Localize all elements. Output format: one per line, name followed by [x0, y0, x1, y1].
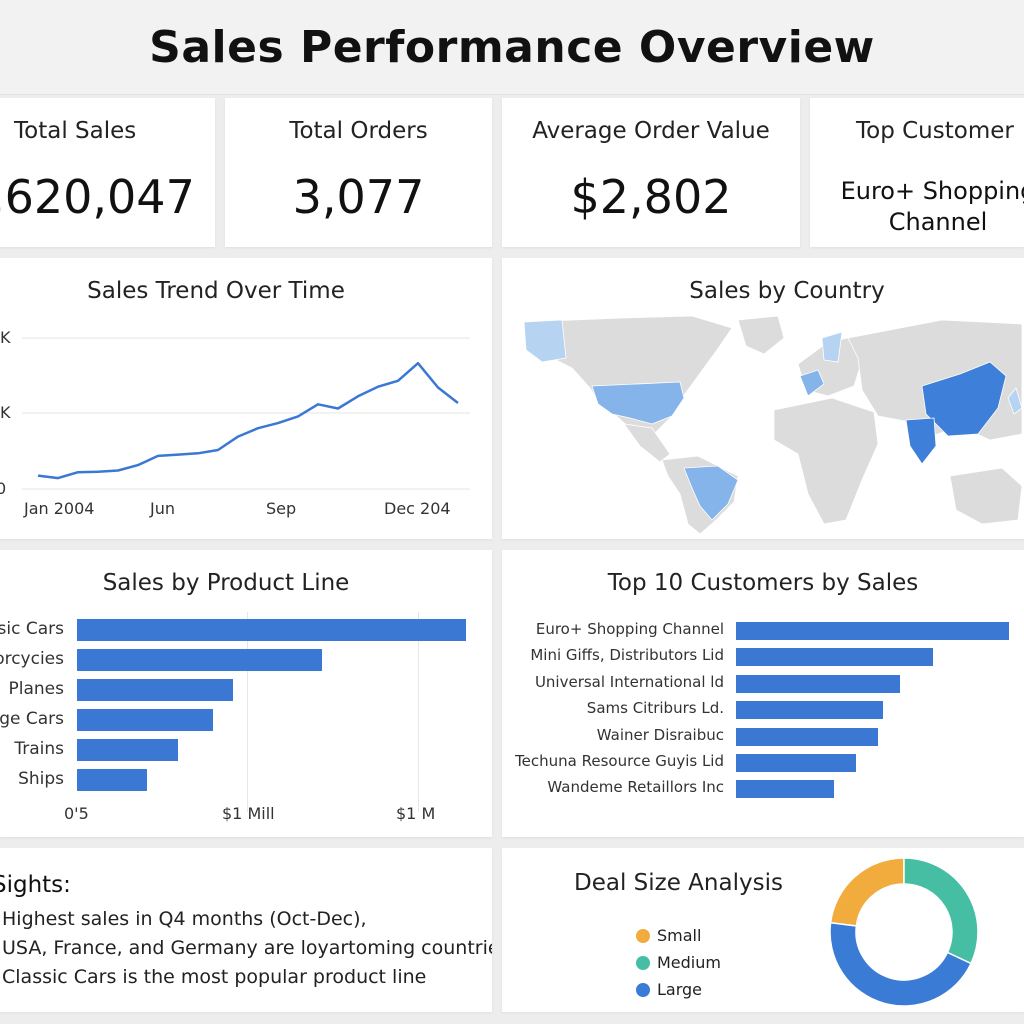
top-customers-card: Top 10 Customers by Sales Euro+ Shopping… [502, 550, 1024, 837]
kpi-label: Total Orders [289, 118, 428, 144]
kpi-value: $2,802 [570, 170, 732, 224]
product-label: Ships [18, 769, 64, 789]
kpi-card-total-sales: Total Sales ,620,047 [0, 98, 215, 247]
legend-dot [636, 929, 650, 943]
customer-bar[interactable] [736, 674, 900, 693]
insight-item: USA, France, and Germany are loyartoming… [2, 937, 492, 959]
card-title: Top 10 Customers by Sales [607, 570, 919, 596]
donut-slice-medium[interactable] [903, 857, 979, 965]
product-bar[interactable] [77, 709, 214, 731]
product-bar[interactable] [77, 619, 466, 641]
legend-label: Medium [657, 953, 721, 972]
product-bar[interactable] [77, 679, 233, 701]
map-australia [949, 467, 1023, 525]
sales-trend-chart [22, 337, 470, 490]
customer-label: Wandeme Retaillors Inc [547, 778, 724, 797]
sales-by-product-line-card: Sales by Product Line esic Cars orcycies P… [0, 550, 492, 837]
x-tick-label: Sep [266, 499, 297, 518]
donut-slice-large[interactable] [829, 921, 972, 1007]
customer-bar[interactable] [736, 727, 878, 746]
product-label: uge Cars [0, 709, 64, 729]
product-label: orcycies [0, 649, 64, 669]
kpi-label: Average Order Value [532, 118, 770, 144]
insight-item: Highest sales in Q4 months (Oct-Dec), [2, 908, 367, 930]
deal-size-card: Deal Size Analysis Small Medium Large [502, 848, 1024, 1012]
map-scandinavia [821, 331, 843, 363]
customer-bar[interactable] [736, 754, 857, 772]
legend-item-large: Large [636, 980, 702, 999]
map-india [905, 417, 937, 465]
x-tick-label: 0'5 [64, 804, 89, 823]
kpi-label: Top Customer [856, 118, 1014, 144]
x-tick-label: $1 M [396, 804, 436, 823]
kpi-card-average-order-value: Average Order Value $2,802 [502, 98, 800, 247]
product-bar[interactable] [77, 739, 179, 761]
customer-label: Wainer Disraibuc [596, 725, 724, 744]
y-tick-label: 0 [0, 479, 7, 498]
x-tick-label: Dec 204 [384, 499, 451, 518]
kpi-value: ,620,047 [0, 170, 195, 224]
insights-card: Sights: Highest sales in Q4 months (Oct-… [0, 848, 492, 1012]
sales-trend-line [37, 361, 459, 480]
card-title: Sales by Product Line [102, 570, 350, 596]
kpi-value: 3,077 [292, 170, 425, 224]
x-tick-label: Jan 2004 [24, 499, 95, 518]
product-label: Trains [14, 739, 64, 759]
customer-label: Euro+ Shopping Channel [535, 620, 724, 638]
customer-bar[interactable] [736, 622, 1009, 640]
sales-by-country-card: Sales by Country [502, 258, 1024, 539]
map-greenland [737, 315, 785, 355]
donut-slice-small[interactable] [829, 857, 905, 927]
x-tick-label: $1 Mill [222, 804, 275, 823]
map-alaska [523, 319, 567, 363]
y-tick-label: K [0, 403, 11, 422]
kpi-card-total-orders: Total Orders 3,077 [225, 98, 492, 247]
customer-bar[interactable] [736, 701, 884, 720]
card-title: Deal Size Analysis [574, 870, 783, 896]
customer-label: Techuna Resource Guyis Lid [515, 752, 724, 770]
customer-label: Universal International ld [534, 672, 724, 691]
kpi-card-top-customer: Top Customer Euro+ Shopping Channel [810, 98, 1024, 247]
insight-item: Classic Cars is the most popular product… [2, 966, 427, 988]
page-title: Sales Performance Overview [149, 22, 875, 73]
customer-bar[interactable] [736, 780, 835, 799]
product-label: Planes [8, 679, 64, 699]
map-central-america [623, 423, 671, 463]
legend-label: Large [657, 980, 703, 999]
legend-dot [636, 983, 650, 997]
sales-trend-card: Sales Trend Over Time K K 0 Jan 2004 Jun… [0, 258, 492, 539]
product-gridline [418, 612, 419, 812]
legend-label: Small [657, 926, 702, 945]
customer-bar[interactable] [736, 648, 933, 667]
legend-item-medium: Medium [636, 953, 721, 972]
kpi-value: Euro+ Shopping Channel [840, 177, 1024, 236]
customer-label: Mini Giffs, Distributors Lid [530, 646, 724, 665]
map-africa [773, 397, 879, 525]
product-gridline [247, 612, 248, 812]
kpi-label: Total Sales [14, 118, 137, 144]
customer-label: Sams Citriburs Ld. [586, 699, 724, 718]
product-label: esic Cars [0, 619, 64, 639]
deal-size-donut [829, 857, 979, 1007]
legend-dot [636, 956, 650, 970]
world-map [523, 315, 1023, 535]
product-bar[interactable] [77, 649, 323, 671]
product-bar[interactable] [77, 769, 148, 791]
dashboard-header: Sales Performance Overview [0, 0, 1024, 95]
y-tick-label: K [0, 328, 11, 347]
x-tick-label: Jun [150, 499, 175, 518]
insights-title: Sights: [0, 872, 71, 898]
legend-item-small: Small [636, 926, 701, 945]
